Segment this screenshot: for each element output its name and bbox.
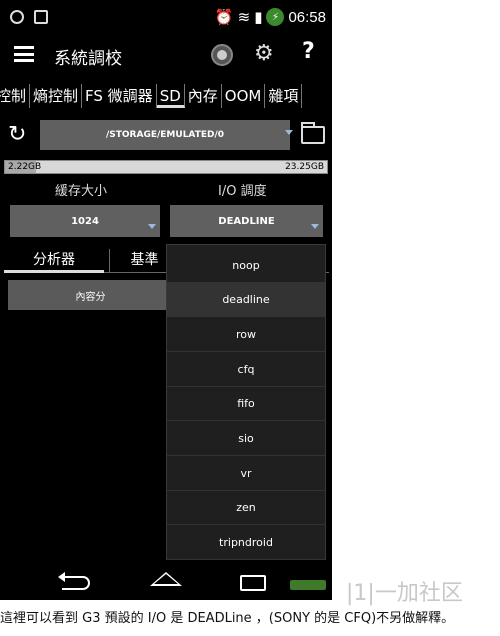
phone-screen: ⏰ ≋ ▮ ⚡ 06:58 系統調校 ⚙ ? 控制 熵控制 FS 微調器 SD … bbox=[0, 0, 332, 600]
storage-bar: 2.22GB 23.25GB bbox=[4, 160, 328, 174]
io-scheduler-select[interactable]: DEADLINE bbox=[170, 205, 323, 237]
battery-icon: ⚡ bbox=[266, 8, 285, 26]
help-icon[interactable]: ? bbox=[302, 39, 315, 64]
alarm-icon: ⏰ bbox=[214, 8, 234, 26]
tab-bar: 控制 熵控制 FS 微調器 SD 內存 OOM 雜項 bbox=[0, 84, 332, 108]
storage-total: 23.25GB bbox=[285, 162, 324, 172]
cache-size-label: 緩存大小 bbox=[55, 184, 108, 199]
storage-used: 2.22GB bbox=[8, 162, 42, 172]
status-bar: ⏰ ≋ ▮ ⚡ 06:58 bbox=[0, 0, 332, 36]
menu-icon[interactable] bbox=[14, 46, 34, 62]
dropdown-option-cfq[interactable]: cfq bbox=[167, 353, 325, 387]
tab-fs-tuner[interactable]: FS 微調器 bbox=[82, 84, 157, 108]
clock: 06:58 bbox=[288, 8, 326, 26]
tab-misc[interactable]: 雜項 bbox=[265, 84, 303, 108]
signal-icon: ▮ bbox=[254, 8, 263, 26]
tab-oom[interactable]: OOM bbox=[222, 84, 266, 108]
path-text: /STORAGE/EMULATED/0 bbox=[106, 130, 224, 140]
dropdown-arrow-icon bbox=[311, 224, 319, 229]
refresh-icon[interactable]: ↻ bbox=[8, 122, 26, 147]
back-icon[interactable] bbox=[58, 572, 90, 590]
watermark-logo: |1|一加社区 bbox=[346, 581, 463, 606]
dropdown-option-row[interactable]: row bbox=[167, 318, 325, 352]
wifi-icon: ≋ bbox=[237, 8, 251, 26]
dropdown-arrow-icon bbox=[285, 130, 293, 135]
io-scheduler-dropdown: noop deadline row cfq fifo sio vr zen tr… bbox=[166, 244, 326, 560]
tab-entropy[interactable]: 熵控制 bbox=[30, 84, 83, 108]
reboot-icon[interactable] bbox=[211, 44, 233, 66]
action-bar: 系統調校 ⚙ ? bbox=[0, 36, 332, 76]
subtab-analyzer[interactable]: 分析器 bbox=[4, 249, 104, 273]
tab-control[interactable]: 控制 bbox=[0, 84, 31, 108]
dropdown-option-sio[interactable]: sio bbox=[167, 422, 325, 456]
gear-icon[interactable]: ⚙ bbox=[254, 41, 274, 66]
content-analyze-label: 內容分 bbox=[75, 291, 106, 303]
dropdown-option-noop[interactable]: noop bbox=[167, 249, 325, 283]
content-analyze-button[interactable]: 內容分 bbox=[8, 280, 173, 310]
home-icon[interactable] bbox=[150, 572, 182, 586]
io-scheduler-value: DEADLINE bbox=[218, 215, 275, 227]
dropdown-option-tripndroid[interactable]: tripndroid bbox=[167, 526, 325, 560]
dropdown-option-zen[interactable]: zen bbox=[167, 491, 325, 525]
dropdown-option-vr[interactable]: vr bbox=[167, 457, 325, 491]
image-notification-icon bbox=[34, 10, 48, 24]
cache-size-value: 1024 bbox=[71, 215, 99, 227]
dropdown-option-deadline[interactable]: deadline bbox=[167, 283, 325, 317]
navigation-bar bbox=[0, 566, 332, 600]
tab-memory[interactable]: 內存 bbox=[185, 84, 222, 108]
tab-sd[interactable]: SD bbox=[156, 84, 185, 108]
app-title: 系統調校 bbox=[54, 49, 122, 69]
io-scheduler-label: I/O 調度 bbox=[218, 184, 267, 199]
brand-logo bbox=[290, 580, 326, 590]
folder-icon[interactable] bbox=[301, 122, 325, 144]
cache-size-select[interactable]: 1024 bbox=[10, 205, 160, 237]
dropdown-arrow-icon bbox=[148, 224, 156, 229]
caption-text: 這裡可以看到 G3 預設的 I/O 是 DEADLine ，(SONY 的是 C… bbox=[0, 611, 455, 626]
recent-apps-icon[interactable] bbox=[240, 575, 266, 591]
path-selector[interactable]: /STORAGE/EMULATED/0 bbox=[40, 120, 290, 150]
dropdown-option-fifo[interactable]: fifo bbox=[167, 387, 325, 421]
notification-icon bbox=[10, 10, 24, 24]
